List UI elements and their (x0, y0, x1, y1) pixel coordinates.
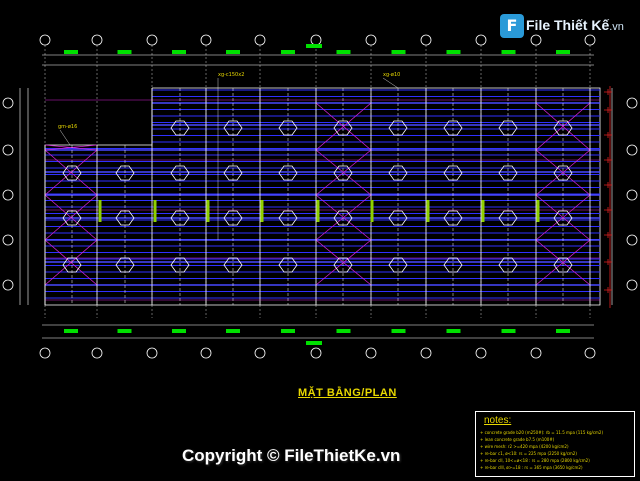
axis-marker-red (604, 132, 612, 138)
axis-bubble-top (200, 34, 212, 46)
axis-marker-red (604, 207, 612, 213)
file-icon: F (500, 14, 524, 38)
axis-bubble-right (626, 189, 638, 201)
annotation-label: gm-ø16 (58, 124, 77, 130)
notes-list: concrete grade b20 (m250#): rb = 11.5 mp… (480, 429, 603, 471)
axis-bubble-bottom (310, 347, 322, 359)
axis-marker-red (604, 287, 612, 293)
cad-drawing-canvas: xg-c150x2 xg-ø10 gm-ø16 (2, 34, 638, 359)
bay-label-mark (426, 200, 430, 222)
axis-bubble-right (626, 144, 638, 156)
dimension-tag-bottom (172, 329, 186, 333)
dimension-tag-bottom (556, 329, 570, 333)
axis-bubble-left (2, 279, 14, 291)
axis-bubble-top (420, 34, 432, 46)
axis-bubble-left (2, 234, 14, 246)
dimension-tag-top (117, 50, 132, 54)
axis-bubble-top (146, 34, 158, 46)
dimension-tag-top (556, 50, 570, 54)
axis-marker-red (604, 259, 612, 265)
axis-bubble-right (626, 279, 638, 291)
bay-label-mark (536, 200, 540, 222)
axis-bubble-top (365, 34, 377, 46)
bay-label-mark (316, 200, 320, 222)
axis-bubble-right (626, 234, 638, 246)
dimension-tag-bottom (501, 329, 516, 333)
dimension-tag-top (226, 50, 240, 54)
dimension-total-top (306, 44, 322, 48)
note-item: re-bar cIII, ø>=18 : rs = 365 mpa (3650 … (480, 464, 603, 471)
axis-bubble-left (2, 189, 14, 201)
dimension-tag-top (391, 50, 406, 54)
bay-label-mark (98, 200, 102, 222)
axis-marker-red (604, 232, 612, 238)
dimension-tag-bottom (336, 329, 351, 333)
axis-bubble-bottom (530, 347, 542, 359)
dimension-total-bottom (306, 341, 322, 345)
axis-bubble-left (2, 144, 14, 156)
dimension-tag-bottom (281, 329, 295, 333)
note-item: re-bar c1, ø<10: rs = 225 mpa (2250 kg/c… (480, 450, 603, 457)
axis-bubble-bottom (365, 347, 377, 359)
bay-label-mark (481, 200, 485, 222)
axis-bubble-top (91, 34, 103, 46)
leader-line (59, 129, 71, 146)
dimension-tag-top (281, 50, 295, 54)
bay-label-mark (260, 200, 264, 222)
dimension-tag-bottom (446, 329, 461, 333)
axis-bubble-bottom (39, 347, 51, 359)
dimension-tag-top (64, 50, 78, 54)
axis-marker-red (604, 182, 612, 188)
axis-bubble-bottom (420, 347, 432, 359)
dimension-tag-bottom (64, 329, 78, 333)
dimension-tag-top (172, 50, 186, 54)
bay-label-mark (370, 200, 374, 222)
leader-line (382, 77, 399, 89)
notes-heading: notes: (484, 415, 512, 426)
bay-label-mark (153, 200, 157, 222)
brand-tld: .vn (609, 21, 624, 33)
axis-marker-red (604, 157, 612, 163)
axis-bubble-bottom (91, 347, 103, 359)
axis-bubble-bottom (584, 347, 596, 359)
brand-logo: F File Thiết Kế.vn (500, 12, 624, 42)
axis-bubble-bottom (200, 347, 212, 359)
axis-bubble-right (626, 97, 638, 109)
axis-marker-red (604, 89, 612, 95)
note-item: lean concrete grade b7.5 (m100#) (480, 436, 603, 443)
brand-name: File Thiết Kế.vn (526, 17, 624, 33)
axis-bubble-top (475, 34, 487, 46)
axis-marker-red (604, 107, 612, 113)
notes-box: notes: concrete grade b20 (m250#): rb = … (475, 411, 635, 477)
dimension-tag-bottom (391, 329, 406, 333)
annotation-label: xg-c150x2 (218, 72, 244, 78)
dimension-tag-bottom (226, 329, 240, 333)
note-item: concrete grade b20 (m250#): rb = 11.5 mp… (480, 429, 603, 436)
axis-bubble-left (2, 97, 14, 109)
dimension-tag-top (336, 50, 351, 54)
dimension-tag-top (501, 50, 516, 54)
axis-bubble-bottom (254, 347, 266, 359)
note-item: re-bar cII, 10<=ø<18 : rs = 280 mpa (280… (480, 457, 603, 464)
axis-bubble-top (39, 34, 51, 46)
dimension-tag-top (446, 50, 461, 54)
annotation-label: xg-ø10 (383, 72, 400, 78)
axis-bubble-bottom (146, 347, 158, 359)
axis-bubble-top (254, 34, 266, 46)
bay-label-mark (206, 200, 210, 222)
dimension-tag-bottom (117, 329, 132, 333)
building-outline (44, 87, 601, 306)
axis-bubble-top (310, 34, 322, 46)
drawing-title: MẶT BẰNG/PLAN (298, 387, 397, 399)
note-item: wire mesh: r2 >=420 mpa (4200 kg/cm2) (480, 443, 603, 450)
copyright-watermark: Copyright © FileThietKe.vn (182, 446, 401, 465)
axis-bubble-bottom (475, 347, 487, 359)
